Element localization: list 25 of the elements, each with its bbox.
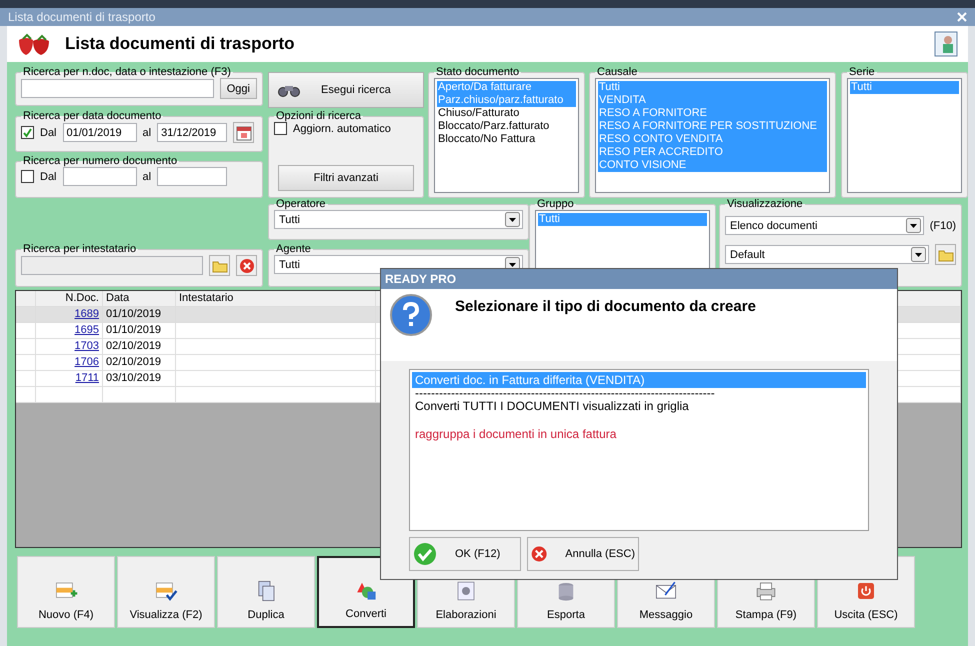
dialog-title: READY PRO	[385, 272, 456, 286]
group-label: Ricerca per intestatario	[23, 243, 136, 255]
group-label: Ricerca per data documento	[23, 110, 162, 122]
checkbox-label: Dal	[40, 126, 57, 138]
group-label: Agente	[276, 243, 311, 255]
checkbox-label: Dal	[40, 170, 57, 182]
group-label: Serie	[849, 66, 875, 78]
group-label: Stato documento	[436, 66, 520, 78]
field-label: al	[142, 126, 152, 138]
group-label: Operatore	[276, 198, 326, 210]
separator-text: ---------------------------------------------------------------------------	[414, 388, 716, 398]
group-label: Visualizzazione	[727, 198, 803, 210]
shortcut-label: (F10)	[930, 220, 956, 232]
group-label: Gruppo	[537, 198, 574, 210]
checkbox-label: Aggiorn. automatico	[293, 122, 391, 134]
field-label: al	[142, 170, 152, 182]
group-label: Causale	[597, 66, 638, 78]
page-title: Lista documenti di trasporto	[65, 34, 296, 54]
table-cell: 01/10/2019	[103, 307, 176, 323]
window-title: Lista documenti di trasporto	[8, 10, 156, 24]
group-label: Opzioni di ricerca	[276, 110, 361, 122]
group-label: Ricerca per numero documento	[23, 155, 178, 167]
note-text: raggruppa i documenti in unica fattura	[414, 426, 618, 442]
group-label: Ricerca per n.doc, data o intestazione (F3)	[23, 66, 231, 78]
dialog-message: Selezionare il tipo di documento da creare	[455, 298, 756, 315]
